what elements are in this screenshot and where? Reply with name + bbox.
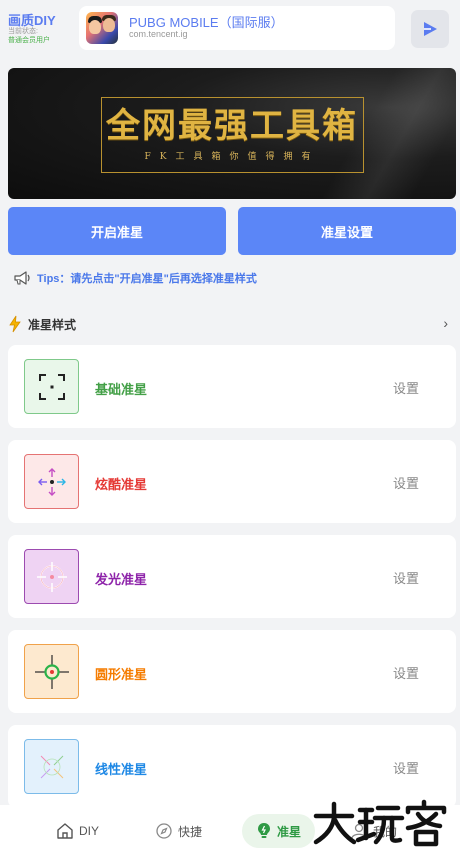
crosshair-setting-link[interactable]: 设置	[393, 568, 419, 587]
nav-item-crosshair[interactable]: 准星	[242, 814, 316, 848]
crosshair-setting-link[interactable]: 设置	[393, 473, 419, 492]
crosshair-name: 炫酷准星	[95, 477, 148, 492]
crosshair-thumb	[24, 644, 79, 699]
crosshair-card-basic[interactable]: 基础准星 设置	[8, 345, 456, 428]
crosshair-name: 圆形准星	[95, 667, 148, 682]
crosshair-settings-button[interactable]: 准星设置	[238, 207, 456, 255]
crosshair-name: 基础准星	[95, 382, 148, 397]
game-selector-card[interactable]: PUBG MOBILE（国际服） com.tencent.ig	[79, 6, 395, 50]
megaphone-icon	[14, 271, 30, 285]
section-title: 准星样式	[28, 317, 77, 332]
crosshair-thumb	[24, 454, 79, 509]
game-package: com.tencent.ig	[129, 29, 188, 39]
circle-crosshair-icon	[34, 654, 69, 689]
crosshair-thumb	[24, 739, 79, 794]
nav-label: 快捷	[178, 824, 203, 839]
glow-crosshair-icon	[36, 561, 67, 592]
crosshair-name: 发光准星	[95, 572, 148, 587]
tips-text: Tips：请先点击"开启准星"后再选择准星样式	[37, 273, 257, 285]
top-header: 画质DIY 当前状态: 普通会员用户 PUBG MOBILE（国际服） com.…	[0, 0, 460, 60]
promo-banner[interactable]: 全网最强工具箱 FK工具箱你值得拥有	[8, 68, 456, 199]
play-icon	[424, 22, 437, 36]
crosshair-card-cool[interactable]: 炫酷准星 设置	[8, 440, 456, 523]
crosshair-thumb	[24, 359, 79, 414]
crosshair-style-section[interactable]: 准星样式 ›	[8, 312, 452, 336]
crosshair-nav-icon	[258, 823, 270, 838]
nav-item-shortcut[interactable]: 快捷	[155, 814, 202, 848]
crosshair-thumb	[24, 549, 79, 604]
nav-label: 准星	[277, 824, 302, 839]
crosshair-name: 线性准星	[95, 762, 148, 777]
cool-crosshair-icon	[37, 467, 66, 496]
launch-game-button[interactable]	[411, 10, 449, 48]
banner-title: 全网最强工具箱	[106, 106, 358, 146]
crosshair-setting-link[interactable]: 设置	[393, 663, 419, 682]
crosshair-setting-link[interactable]: 设置	[393, 378, 419, 397]
pubg-game-icon	[86, 12, 118, 44]
crosshair-card-linear[interactable]: 线性准星 设置	[8, 725, 456, 808]
basic-crosshair-icon	[38, 373, 65, 400]
crosshair-card-glow[interactable]: 发光准星 设置	[8, 535, 456, 618]
crosshair-card-circle[interactable]: 圆形准星 设置	[8, 630, 456, 713]
start-crosshair-button[interactable]: 开启准星	[8, 207, 226, 255]
home-icon	[57, 823, 73, 839]
chevron-right-icon[interactable]: ›	[443, 315, 448, 331]
banner-subtitle: FK工具箱你值得拥有	[144, 152, 320, 162]
status-value: 普通会员用户	[8, 37, 50, 44]
linear-crosshair-icon	[40, 755, 63, 778]
lightning-icon	[9, 315, 21, 333]
watermark-logo	[313, 799, 447, 847]
tips-bar: Tips：请先点击"开启准星"后再选择准星样式	[13, 270, 257, 286]
nav-label: DIY	[79, 824, 100, 838]
compass-icon	[156, 823, 172, 839]
nav-item-diy[interactable]: DIY	[56, 814, 99, 848]
crosshair-setting-link[interactable]: 设置	[393, 758, 419, 777]
